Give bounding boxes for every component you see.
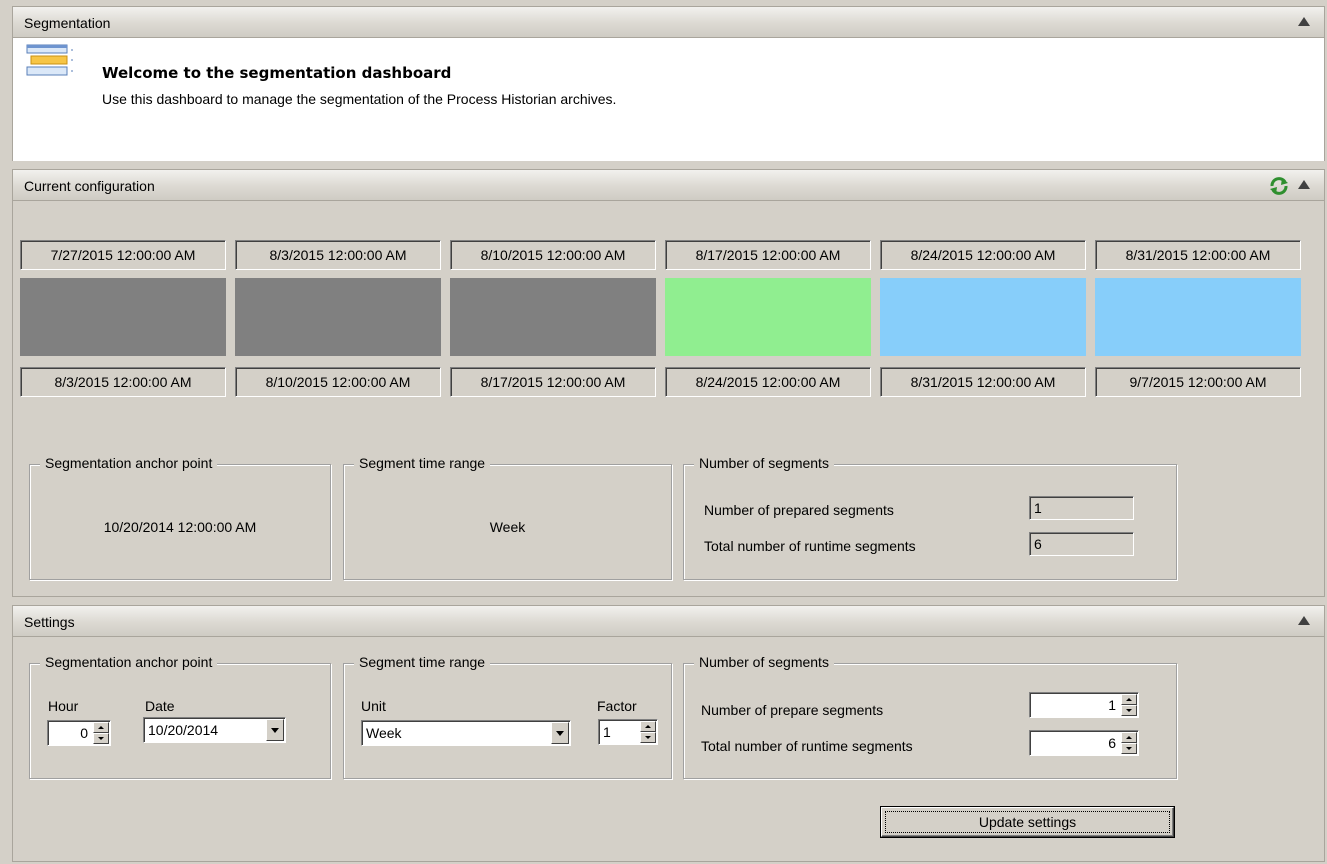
settings-panel-header[interactable]: Settings xyxy=(13,606,1324,637)
spin-down-icon[interactable] xyxy=(93,733,109,744)
welcome-panel-title: Segmentation xyxy=(24,15,111,31)
welcome-heading: Welcome to the segmentation dashboard xyxy=(102,64,452,82)
segment-end-date: 8/31/2015 12:00:00 AM xyxy=(880,367,1086,397)
segment-end-date: 8/10/2015 12:00:00 AM xyxy=(235,367,441,397)
factor-value: 1 xyxy=(603,724,611,740)
spin-up-icon[interactable] xyxy=(1121,694,1137,705)
current-range-value: Week xyxy=(489,519,526,535)
runtime-spin-buttons[interactable] xyxy=(1120,732,1137,754)
hour-spinner[interactable]: 0 xyxy=(47,720,111,746)
segment-end-date: 8/17/2015 12:00:00 AM xyxy=(450,367,656,397)
segment-start-date: 7/27/2015 12:00:00 AM xyxy=(20,240,226,270)
spin-down-icon[interactable] xyxy=(640,732,656,743)
segment-end-date: 8/3/2015 12:00:00 AM xyxy=(20,367,226,397)
segment-block[interactable] xyxy=(665,278,871,356)
welcome-panel-header[interactable]: Segmentation xyxy=(13,7,1324,38)
hour-value: 0 xyxy=(80,725,88,741)
segment-block[interactable] xyxy=(880,278,1086,356)
segment-start-date: 8/3/2015 12:00:00 AM xyxy=(235,240,441,270)
settings-range-group: Segment time range Unit Week Factor 1 xyxy=(343,654,672,779)
runtime-segments-spinner[interactable]: 6 xyxy=(1029,730,1139,756)
settings-range-legend: Segment time range xyxy=(354,654,491,670)
prepare-segments-label: Number of prepare segments xyxy=(701,702,884,718)
current-count-legend: Number of segments xyxy=(694,455,834,471)
runtime-segments-value: 6 xyxy=(1108,735,1116,751)
current-count-group: Number of segments Number of prepared se… xyxy=(683,455,1177,580)
prepared-segments-label: Number of prepared segments xyxy=(704,502,894,518)
current-anchor-value: 10/20/2014 12:00:00 AM xyxy=(103,519,257,535)
unit-label: Unit xyxy=(361,698,386,714)
runtime-segments-label: Total number of runtime segments xyxy=(701,738,913,754)
factor-spinner[interactable]: 1 xyxy=(598,719,658,745)
collapse-icon[interactable] xyxy=(1298,616,1310,625)
settings-panel-title: Settings xyxy=(24,614,75,630)
factor-label: Factor xyxy=(597,698,637,714)
current-anchor-group: Segmentation anchor point 10/20/2014 12:… xyxy=(29,455,331,580)
date-picker[interactable]: 10/20/2014 xyxy=(143,717,286,743)
chevron-down-icon[interactable] xyxy=(266,719,284,741)
update-settings-label: Update settings xyxy=(885,811,1170,833)
spin-down-icon[interactable] xyxy=(1121,743,1137,754)
date-label: Date xyxy=(145,698,175,714)
collapse-icon[interactable] xyxy=(1298,180,1310,189)
current-range-group: Segment time range Week xyxy=(343,455,672,580)
prepare-segments-value: 1 xyxy=(1108,697,1116,713)
segment-block[interactable] xyxy=(1095,278,1301,356)
hour-label: Hour xyxy=(48,698,79,714)
prepared-segments-value: 1 xyxy=(1029,496,1134,520)
welcome-panel-body: Welcome to the segmentation dashboard Us… xyxy=(13,38,1324,161)
chevron-down-icon[interactable] xyxy=(551,722,569,744)
refresh-icon[interactable] xyxy=(1268,175,1290,197)
segment-block[interactable] xyxy=(20,278,226,356)
prepare-spin-buttons[interactable] xyxy=(1120,694,1137,716)
segmentation-icon xyxy=(26,44,73,76)
unit-value: Week xyxy=(366,725,402,741)
config-panel-title: Current configuration xyxy=(24,178,155,194)
runtime-segments-label: Total number of runtime segments xyxy=(704,538,916,554)
segment-block[interactable] xyxy=(235,278,441,356)
segment-block[interactable] xyxy=(450,278,656,356)
segment-end-date: 9/7/2015 12:00:00 AM xyxy=(1095,367,1301,397)
spin-up-icon[interactable] xyxy=(640,721,656,732)
segment-start-date: 8/24/2015 12:00:00 AM xyxy=(880,240,1086,270)
prepare-segments-spinner[interactable]: 1 xyxy=(1029,692,1139,718)
welcome-panel: Segmentation Welcome to the segmentation… xyxy=(12,6,1325,161)
settings-anchor-legend: Segmentation anchor point xyxy=(40,654,218,670)
settings-panel: Settings Segmentation anchor point Hour … xyxy=(12,605,1325,862)
config-panel: Current configuration 7/27/2015 12:00:00… xyxy=(12,169,1325,597)
segment-start-date: 8/10/2015 12:00:00 AM xyxy=(450,240,656,270)
runtime-segments-value: 6 xyxy=(1029,532,1134,556)
spin-down-icon[interactable] xyxy=(1121,705,1137,716)
current-range-legend: Segment time range xyxy=(354,455,491,471)
unit-select[interactable]: Week xyxy=(361,720,571,746)
update-settings-button[interactable]: Update settings xyxy=(881,807,1174,837)
segment-start-date: 8/17/2015 12:00:00 AM xyxy=(665,240,871,270)
segment-end-date: 8/24/2015 12:00:00 AM xyxy=(665,367,871,397)
settings-count-group: Number of segments Number of prepare seg… xyxy=(683,654,1177,779)
segment-start-date: 8/31/2015 12:00:00 AM xyxy=(1095,240,1301,270)
current-anchor-legend: Segmentation anchor point xyxy=(40,455,218,471)
config-panel-header[interactable]: Current configuration xyxy=(13,170,1324,201)
hour-spin-buttons[interactable] xyxy=(92,722,109,744)
factor-spin-buttons[interactable] xyxy=(639,721,656,743)
spin-up-icon[interactable] xyxy=(1121,732,1137,743)
spin-up-icon[interactable] xyxy=(93,722,109,733)
settings-anchor-group: Segmentation anchor point Hour 0 Date 10… xyxy=(29,654,331,779)
date-value: 10/20/2014 xyxy=(148,722,219,738)
collapse-icon[interactable] xyxy=(1298,17,1310,26)
welcome-description: Use this dashboard to manage the segment… xyxy=(102,91,617,107)
settings-count-legend: Number of segments xyxy=(694,654,834,670)
